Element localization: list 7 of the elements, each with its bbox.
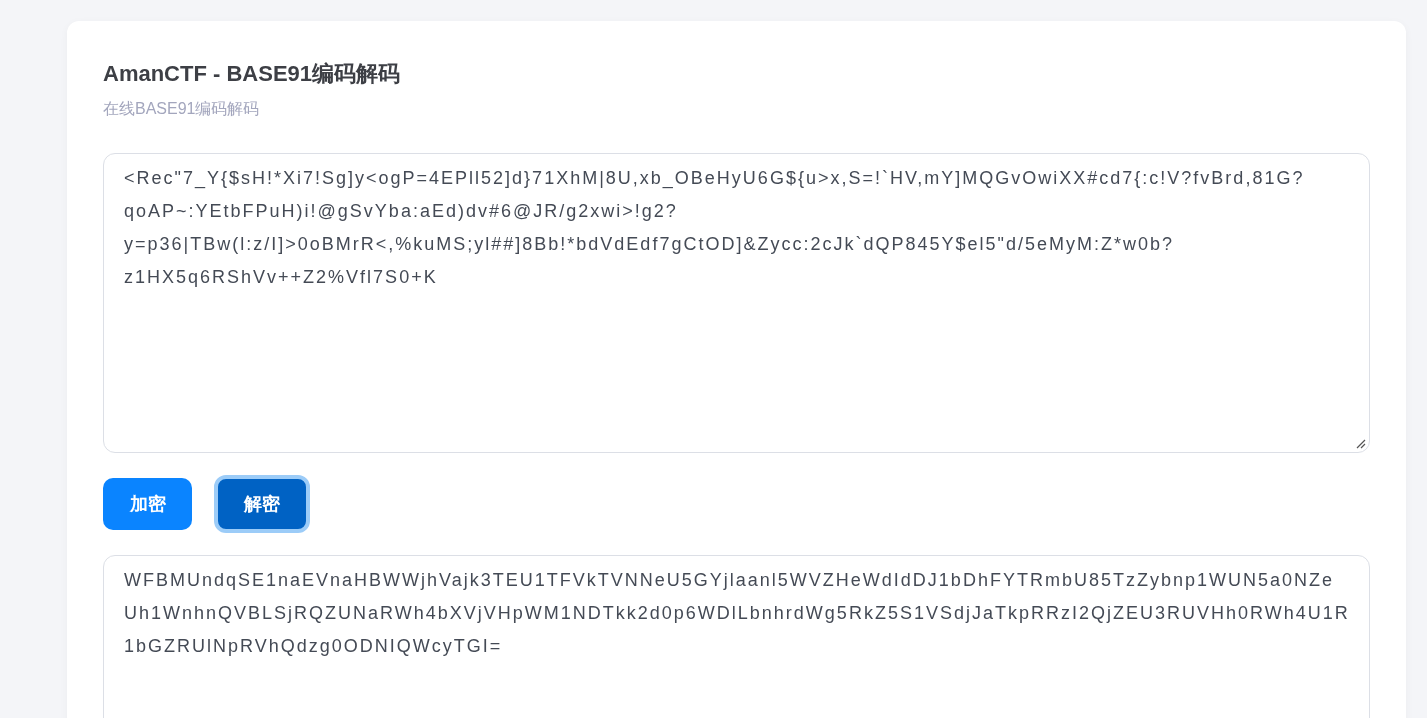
action-button[interactable]: 解密 <box>214 475 310 533</box>
input-textarea[interactable]: <Rec"7_Y{$sH!*Xi7!Sg]y<ogP=4EPll52]d}71XhM|8U,xb_OBeHyU6G${u>x,S=!`HV,mY]MQGvOwiXX#cd7{:c!V?fvBrd,81G? qoAP~:YEtbFPuH)i!@gSvYba:aEd)dv#6@JR/g2xwi>!g2? y=p36|TBw(l:z/I]>0oBMrR<,%kuMS;yl##]8Bb!*bdVdEdf7gCtOD]&Zycc:2cJk`dQP845Y$el5"d/5eMyM:Z*w0b? z1HX5q6RShVv++Z2%Vfl7S0+K <box>103 153 1370 453</box>
page-subtitle: 在线BASE91编码解码 <box>103 99 260 119</box>
resize-handle-icon[interactable] <box>1356 439 1366 449</box>
page-title: AmanCTF - BASE91编码解码 <box>103 60 401 88</box>
action-button[interactable]: 加密 <box>103 478 192 530</box>
output-textarea[interactable]: WFBMUndqSE1naEVnaHBWWjhVajk3TEU1TFVkTVNNeU5GYjlaanl5WVZHeWdIdDJ1bDhFYTRmbU85TzZybnp1WUN5a0NZe Uh1WnhnQVBLSjRQZUNaRWh4bXVjVHpWM1NDTkk2d0p6WDlLbnhrdWg5RkZ5S1VSdjJaTkpRRzI2QjZEU3RUVHh0RWh4U1R 1bGZRUlNpRVhQdzg0ODNIQWcyTGI= <box>103 555 1370 718</box>
